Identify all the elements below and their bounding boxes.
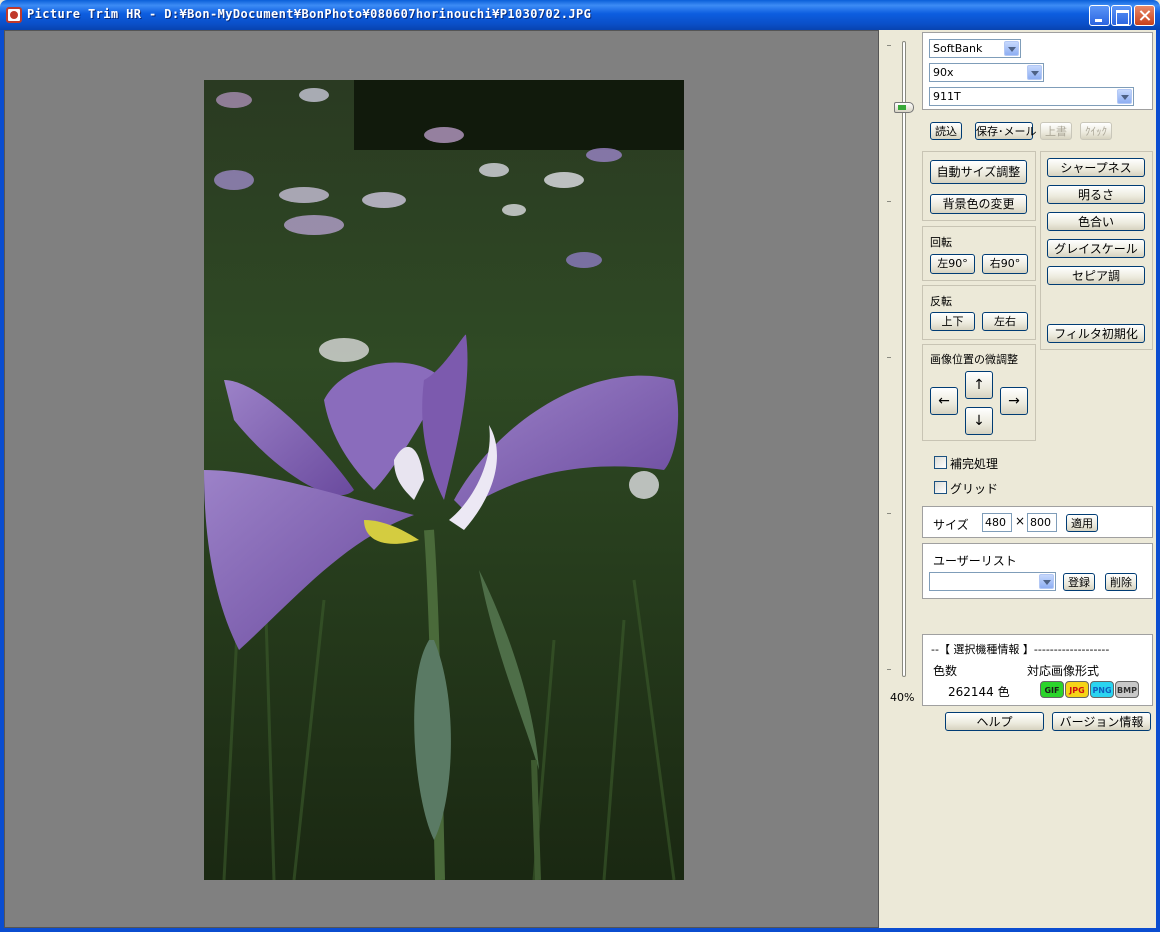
colors-label: 色数: [933, 664, 958, 678]
chevron-down-icon[interactable]: [1004, 41, 1019, 56]
window-title: Picture Trim HR - D:¥Bon-MyDocument¥BonP…: [27, 7, 592, 21]
png-format-badge: PNG: [1090, 681, 1114, 698]
rotate-right-button[interactable]: 右90°: [982, 254, 1028, 274]
chevron-down-icon[interactable]: [1039, 574, 1054, 589]
model-select[interactable]: 911T: [929, 87, 1134, 106]
series-select[interactable]: 90x: [929, 63, 1044, 82]
colors-value: 262144 色: [948, 685, 1010, 699]
flip-title: 反転: [930, 295, 952, 308]
quick-button[interactable]: ｸｲｯｸ: [1080, 122, 1112, 140]
apply-size-button[interactable]: 適用: [1066, 514, 1098, 532]
window-frame-right: [1156, 30, 1160, 932]
filter-group: シャープネス 明るさ 色合い グレイスケール セピア調 フィルタ初期化: [1040, 151, 1153, 350]
userlist-select[interactable]: [929, 572, 1056, 591]
filter-reset-button[interactable]: フィルタ初期化: [1047, 324, 1145, 343]
rotate-left-button[interactable]: 左90°: [930, 254, 975, 274]
times-sign: ×: [1015, 514, 1026, 528]
flip-group: 反転 上下 左右: [922, 285, 1036, 340]
jpg-format-badge: JPG: [1065, 681, 1089, 698]
window-frame-bottom: [0, 928, 1160, 932]
image-canvas[interactable]: [4, 30, 879, 928]
brightness-button[interactable]: 明るさ: [1047, 185, 1145, 204]
position-adjust-group: 画像位置の微調整 ↑ ← → ↓: [922, 344, 1036, 441]
zoom-slider-thumb[interactable]: [894, 102, 914, 113]
formats-label: 対応画像形式: [1027, 664, 1100, 678]
register-button[interactable]: 登録: [1063, 573, 1095, 591]
sharpness-button[interactable]: シャープネス: [1047, 158, 1145, 177]
size-label: サイズ: [933, 518, 969, 532]
sepia-button[interactable]: セピア調: [1047, 266, 1145, 285]
interpolate-label: 補完処理: [950, 457, 999, 471]
userlist-title: ユーザーリスト: [933, 554, 1017, 568]
gif-format-badge: GIF: [1040, 681, 1064, 698]
app-icon[interactable]: [6, 7, 22, 23]
rotate-group: 回転 左90° 右90°: [922, 226, 1036, 281]
zoom-tick: [887, 357, 891, 358]
background-color-button[interactable]: 背景色の変更: [930, 194, 1027, 214]
device-select-group: SoftBank 90x 911T: [922, 32, 1153, 110]
photo-iris-flower[interactable]: [204, 80, 684, 880]
bmp-format-badge: BMP: [1115, 681, 1139, 698]
close-button[interactable]: [1134, 5, 1155, 26]
grayscale-button[interactable]: グレイスケール: [1047, 239, 1145, 258]
help-button[interactable]: ヘルプ: [945, 712, 1044, 731]
zoom-tick: [887, 45, 891, 46]
zoom-tick: [887, 669, 891, 670]
grid-label: グリッド: [950, 482, 999, 496]
size-group: サイズ 480 × 800 適用: [922, 506, 1153, 538]
height-input[interactable]: 800: [1027, 513, 1057, 532]
move-up-button[interactable]: ↑: [965, 371, 993, 399]
move-left-button[interactable]: ←: [930, 387, 958, 415]
flip-horizontal-button[interactable]: 左右: [982, 312, 1028, 331]
interpolate-checkbox[interactable]: [934, 456, 947, 469]
userlist-group: ユーザーリスト 登録 削除: [922, 543, 1153, 599]
zoom-track[interactable]: [902, 41, 906, 677]
zoom-tick: [887, 513, 891, 514]
flip-vertical-button[interactable]: 上下: [930, 312, 975, 331]
grid-checkbox[interactable]: [934, 481, 947, 494]
adjust-group: 自動サイズ調整 背景色の変更: [922, 151, 1036, 221]
title-bar[interactable]: Picture Trim HR - D:¥Bon-MyDocument¥BonP…: [0, 0, 1160, 30]
model-select-value: 911T: [933, 90, 961, 103]
maximize-button[interactable]: [1111, 5, 1132, 26]
carrier-select-value: SoftBank: [933, 42, 983, 55]
version-info-button[interactable]: バージョン情報: [1052, 712, 1151, 731]
delete-button[interactable]: 削除: [1105, 573, 1137, 591]
save-mail-button[interactable]: 保存･メール: [975, 122, 1037, 140]
minimize-button[interactable]: [1089, 5, 1110, 26]
series-select-value: 90x: [933, 66, 954, 79]
move-down-button[interactable]: ↓: [965, 407, 993, 435]
move-right-button[interactable]: →: [1000, 387, 1028, 415]
zoom-slider[interactable]: [880, 33, 918, 683]
zoom-percent-label: 40%: [890, 691, 915, 704]
position-title: 画像位置の微調整: [930, 353, 1018, 366]
rotate-title: 回転: [930, 236, 952, 249]
zoom-tick: [887, 201, 891, 202]
carrier-select[interactable]: SoftBank: [929, 39, 1021, 58]
chevron-down-icon[interactable]: [1027, 65, 1042, 80]
hue-button[interactable]: 色合い: [1047, 212, 1145, 231]
width-input[interactable]: 480: [982, 513, 1012, 532]
auto-size-button[interactable]: 自動サイズ調整: [930, 160, 1027, 184]
overwrite-button[interactable]: 上書: [1040, 122, 1072, 140]
load-button[interactable]: 読込: [930, 122, 962, 140]
device-info-header: --【 選択機種情報 】-------------------: [931, 643, 1110, 656]
chevron-down-icon[interactable]: [1117, 89, 1132, 104]
